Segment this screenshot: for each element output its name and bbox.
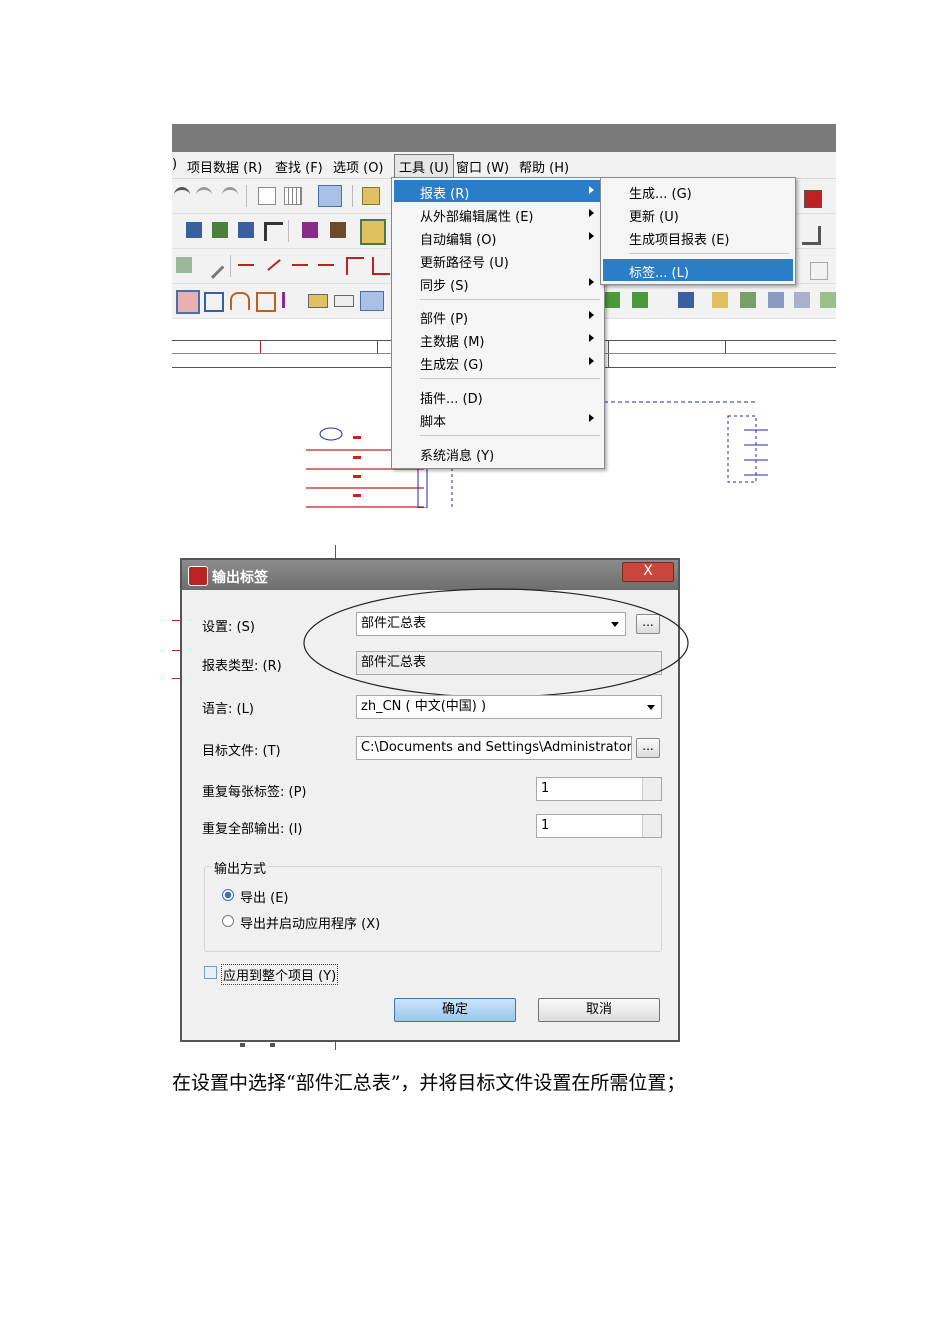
menu-item-auto-edit[interactable]: 自动编辑 (O) (394, 226, 602, 248)
undo-icon[interactable] (174, 187, 190, 206)
box-icon[interactable] (334, 295, 354, 307)
menu-item-sync[interactable]: 同步 (S) (394, 272, 602, 294)
window-icon[interactable] (318, 185, 342, 207)
close-button[interactable]: X (622, 562, 674, 582)
corner-icon[interactable] (264, 222, 283, 241)
bridge-icon[interactable] (230, 292, 250, 310)
output-method-group (204, 866, 662, 952)
dialog-title: 输出标签 (212, 570, 268, 586)
app-icon (188, 566, 208, 586)
export-launch-radio[interactable] (222, 915, 234, 927)
connector3-icon[interactable] (238, 222, 254, 238)
window-title-bar (172, 124, 836, 152)
menu-item-script[interactable]: 脚本 (394, 408, 602, 430)
repeat-all-stepper[interactable]: 1 (536, 814, 662, 838)
tool4-icon[interactable] (794, 292, 810, 308)
tool1-icon[interactable] (712, 292, 728, 308)
target-file-input[interactable]: C:\Documents and Settings\Administrator\… (356, 736, 632, 760)
language-dropdown[interactable]: zh_CN ( 中文(中国) ) (356, 695, 662, 719)
repeat-each-stepper[interactable]: 1 (536, 777, 662, 801)
export-radio[interactable] (222, 889, 234, 901)
tool2-icon[interactable] (740, 292, 756, 308)
tools-menu: 报表 (R) 从外部编辑属性 (E) 自动编辑 (O) 更新路径号 (U) 同步… (391, 177, 605, 469)
back-icon[interactable] (604, 292, 620, 308)
menu-item-external-edit[interactable]: 从外部编辑属性 (E) (394, 203, 602, 225)
forward-icon[interactable] (632, 292, 648, 308)
grid-icon[interactable] (360, 219, 386, 245)
chevron-down-icon (647, 705, 655, 710)
export-launch-label: 导出并启动应用程序 (X) (240, 917, 381, 932)
dimension-icon[interactable] (238, 264, 254, 266)
ok-button[interactable]: 确定 (394, 998, 516, 1022)
submenu-item-labels[interactable]: 标签... (L) (603, 259, 793, 281)
software-screenshot: ) 项目数据 (R) 查找 (F) 选项 (O) 工具 (U) 窗口 (W) 帮… (172, 124, 836, 508)
menu-item-master-data[interactable]: 主数据 (M) (394, 328, 602, 350)
diagonal-dimension-icon[interactable] (267, 259, 281, 271)
menu-project-data[interactable]: 项目数据 (R) (187, 157, 262, 176)
pin-icon[interactable] (282, 292, 301, 308)
apply-project-checkbox[interactable] (204, 966, 217, 979)
settings-label: 设置: (S) (202, 620, 255, 635)
branch-icon[interactable] (802, 226, 821, 245)
submenu-item-update[interactable]: 更新 (U) (603, 203, 793, 225)
redo-all-icon[interactable] (222, 187, 238, 206)
spinner-arrows-icon[interactable] (642, 778, 661, 800)
menu-item-parts[interactable]: 部件 (P) (394, 305, 602, 327)
table-icon[interactable] (284, 187, 302, 205)
right-toolbar-row (604, 288, 836, 318)
cancel-button[interactable]: 取消 (538, 998, 660, 1022)
block-icon[interactable] (302, 222, 318, 238)
report-type-label: 报表类型: (R) (202, 659, 282, 674)
apply-project-label: 应用到整个项目 (Y) (221, 964, 339, 985)
block2-icon[interactable] (330, 222, 346, 238)
language-label: 语言: (L) (202, 702, 254, 717)
menu-bar: ) 项目数据 (R) 查找 (F) 选项 (O) 工具 (U) 窗口 (W) 帮… (172, 152, 836, 179)
print-icon[interactable] (678, 292, 694, 308)
target-file-browse-button[interactable]: ... (636, 738, 660, 758)
cable-icon[interactable] (308, 294, 328, 308)
reports-submenu: 生成... (G) 更新 (U) 生成项目报表 (E) 标签... (L) (600, 177, 796, 285)
stop-icon[interactable] (804, 190, 822, 208)
instruction-caption: 在设置中选择“部件汇总表”，并将目标文件设置在所需位置； (172, 1072, 686, 1094)
grid-toggle-icon[interactable] (810, 262, 828, 280)
target-file-label: 目标文件: (T) (202, 744, 281, 759)
spinner-arrows-icon[interactable] (642, 815, 661, 837)
structure-box-icon[interactable] (360, 291, 384, 311)
image-icon[interactable] (176, 257, 192, 273)
submenu-item-generate[interactable]: 生成... (G) (603, 180, 793, 202)
menu-item-update-path[interactable]: 更新路径号 (U) (394, 249, 602, 271)
menu-options[interactable]: 选项 (O) (333, 157, 384, 176)
chain-dimension-icon[interactable] (292, 264, 308, 266)
increment-dimension-icon[interactable] (346, 257, 364, 275)
connector-icon[interactable] (186, 222, 202, 238)
tool3-icon[interactable] (768, 292, 784, 308)
baseline-dimension-icon[interactable] (318, 264, 334, 266)
menu-item-system-messages[interactable]: 系统消息 (Y) (394, 442, 602, 464)
menu-item-generate-macro[interactable]: 生成宏 (G) (394, 351, 602, 373)
symbol-icon[interactable] (176, 290, 200, 314)
layout-icon[interactable] (362, 187, 380, 205)
menu-help[interactable]: 帮助 (H) (519, 157, 569, 176)
menu-window[interactable]: 窗口 (W) (456, 157, 509, 176)
export-label: 导出 (E) (240, 891, 289, 906)
check-icon[interactable] (258, 187, 276, 205)
output-method-label: 输出方式 (212, 858, 269, 877)
output-labels-dialog: 输出标签 X 设置: (S) 部件汇总表 ... 报表类型: (R) 部件汇总表… (180, 558, 689, 1042)
wrench-icon[interactable] (199, 254, 225, 279)
plug-icon[interactable] (256, 292, 276, 312)
redo-icon[interactable] (196, 187, 212, 206)
terminal-icon[interactable] (204, 292, 224, 312)
repeat-all-label: 重复全部输出: (I) (202, 822, 303, 837)
menu-item-plugins[interactable]: 插件... (D) (394, 385, 602, 407)
angle-dimension-icon[interactable] (372, 257, 390, 275)
tool5-icon[interactable] (820, 292, 836, 308)
menu-find[interactable]: 查找 (F) (275, 157, 323, 176)
repeat-each-label: 重复每张标签: (P) (202, 785, 307, 800)
right-toolbar (796, 182, 836, 342)
submenu-item-project-report[interactable]: 生成项目报表 (E) (603, 226, 793, 248)
menu-tools[interactable]: 工具 (U) (394, 154, 454, 179)
menu-item-reports[interactable]: 报表 (R) (394, 180, 602, 202)
highlight-ellipse (303, 588, 689, 698)
connector2-icon[interactable] (212, 222, 228, 238)
